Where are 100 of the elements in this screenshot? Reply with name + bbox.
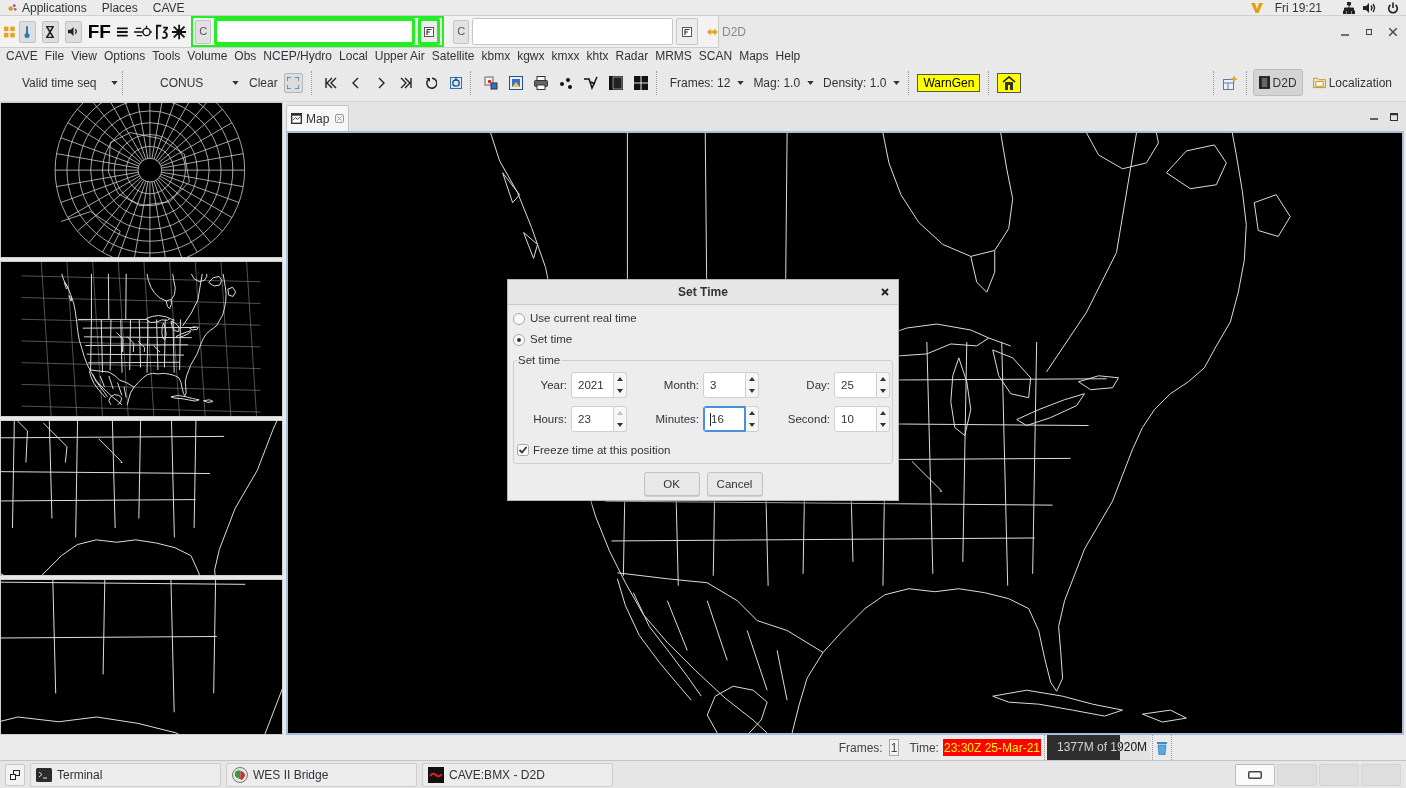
workspace-button[interactable]: [1235, 763, 1275, 786]
lines-icon[interactable]: [116, 25, 128, 38]
close-icon[interactable]: [335, 114, 345, 123]
network-icon[interactable]: [1343, 1, 1355, 14]
time-mode-dropdown[interactable]: Valid time seq: [22, 76, 118, 89]
option-dropdown[interactable]: Frames: 12: [669, 76, 745, 89]
bracket-icon[interactable]: [155, 23, 168, 40]
close-button[interactable]: [1387, 26, 1399, 38]
map-tab[interactable]: Map: [286, 105, 350, 131]
dots-icon[interactable]: [558, 75, 573, 90]
top-menu[interactable]: Applications: [22, 1, 87, 14]
speaker-icon[interactable]: [1363, 1, 1377, 14]
radio-option[interactable]: Use current real time: [513, 308, 637, 329]
radio-option[interactable]: Set time: [513, 329, 573, 350]
spin-down-button[interactable]: [746, 385, 759, 399]
palette-icon[interactable]: [483, 75, 498, 90]
show-desktop-button[interactable]: [5, 763, 25, 786]
spin-down-button[interactable]: [614, 419, 627, 433]
close-button[interactable]: [880, 287, 890, 297]
option-dropdown[interactable]: Density: 1.0: [823, 76, 901, 89]
spin-up-button[interactable]: [877, 372, 890, 386]
menu-item[interactable]: Volume: [187, 50, 228, 62]
expand-icon: [287, 76, 300, 89]
loop-arrow-icon[interactable]: [424, 76, 437, 89]
menu-item[interactable]: Obs: [234, 50, 257, 62]
number-field[interactable]: 25: [834, 372, 877, 399]
number-field[interactable]: 2021: [571, 372, 614, 399]
printer-icon[interactable]: [533, 75, 548, 90]
spin-down-button[interactable]: [877, 419, 890, 433]
page-icon: [424, 26, 435, 37]
tool-text[interactable]: FF: [87, 22, 111, 41]
trash-icon[interactable]: [1157, 740, 1167, 755]
taskbar-window[interactable]: WES II Bridge: [226, 762, 417, 787]
spin-down-button[interactable]: [877, 385, 890, 399]
menu-item[interactable]: Local: [339, 50, 368, 62]
menu-item[interactable]: Satellite: [431, 50, 475, 62]
spin-up-button[interactable]: [877, 406, 890, 420]
option-dropdown[interactable]: Mag: 1.0: [753, 76, 815, 89]
perspective-button[interactable]: Localization: [1306, 69, 1398, 96]
spin-up-button[interactable]: [746, 372, 759, 386]
number-field[interactable]: 16: [703, 406, 746, 433]
number-field[interactable]: 10: [834, 406, 877, 433]
spin-down-button[interactable]: [614, 385, 627, 399]
wind-icon[interactable]: [133, 24, 152, 39]
scale-dropdown[interactable]: CONUS: [129, 76, 241, 89]
spin-up-button[interactable]: [614, 372, 627, 386]
dialog-button[interactable]: Cancel: [706, 472, 763, 497]
menu-item[interactable]: File: [44, 50, 65, 62]
menu-item[interactable]: kbmx: [481, 50, 511, 62]
menu-item[interactable]: khtx: [586, 50, 609, 62]
menu-item[interactable]: Radar: [615, 50, 649, 62]
menu-button[interactable]: [418, 18, 441, 45]
fit-button[interactable]: [283, 72, 303, 93]
menu-item[interactable]: CAVE: [6, 50, 38, 62]
single-panel-icon[interactable]: [608, 75, 623, 90]
menu-button[interactable]: [676, 18, 699, 45]
spin-up-button[interactable]: [746, 406, 759, 420]
menu-item[interactable]: Upper Air: [374, 50, 425, 62]
house-button[interactable]: [997, 72, 1022, 93]
dialog-button[interactable]: OK: [643, 472, 700, 497]
input-field[interactable]: [472, 18, 674, 45]
skip-back-icon[interactable]: [324, 76, 337, 89]
menu-item[interactable]: Help: [775, 50, 801, 62]
skip-forward-icon[interactable]: [399, 76, 412, 89]
input-field[interactable]: [214, 18, 416, 45]
tool-button[interactable]: [41, 20, 59, 43]
power-icon[interactable]: [1387, 1, 1399, 14]
number-field[interactable]: 23: [571, 406, 614, 433]
top-menu[interactable]: CAVE: [152, 1, 185, 14]
field-label: Year:: [539, 377, 567, 393]
checkmark-slash-icon[interactable]: [583, 75, 598, 90]
clock[interactable]: Fri 19:21: [1274, 1, 1322, 14]
spin-down-button[interactable]: [746, 419, 759, 433]
maximize-button[interactable]: [1363, 26, 1375, 38]
taskbar-window[interactable]: Terminal: [30, 762, 221, 787]
taskbar-window[interactable]: CAVE:BMX - D2D: [422, 762, 613, 787]
window-plus-icon[interactable]: [1222, 75, 1237, 90]
circular-arrow-icon[interactable]: [449, 76, 462, 89]
menu-item[interactable]: Maps: [739, 50, 769, 62]
perspective-button[interactable]: D2D: [1252, 69, 1303, 96]
menu-item[interactable]: View: [71, 50, 97, 62]
menu-item[interactable]: Tools: [152, 50, 181, 62]
image-icon[interactable]: [508, 75, 523, 90]
four-panel-icon[interactable]: [633, 75, 648, 90]
menu-item[interactable]: NCEP/Hydro: [263, 50, 333, 62]
menu-item[interactable]: SCAN: [698, 50, 733, 62]
menu-item[interactable]: kmxx: [551, 50, 580, 62]
clear-button[interactable]: Clear: [249, 76, 278, 89]
number-field[interactable]: 3: [703, 372, 746, 399]
menu-item[interactable]: kgwx: [517, 50, 545, 62]
warngen-button[interactable]: WarnGen: [917, 73, 981, 92]
menu-item[interactable]: Options: [103, 50, 146, 62]
top-menu[interactable]: Places: [101, 1, 138, 14]
maximize-icon[interactable]: [1390, 112, 1398, 121]
menu-item[interactable]: MRMS: [655, 50, 692, 62]
tool-button[interactable]: [64, 20, 82, 43]
letter-button[interactable]: C: [195, 19, 212, 44]
snowflake-icon[interactable]: [172, 23, 187, 40]
checkbox-option[interactable]: Freeze time at this position: [517, 441, 671, 460]
letter-button[interactable]: C: [453, 19, 470, 44]
